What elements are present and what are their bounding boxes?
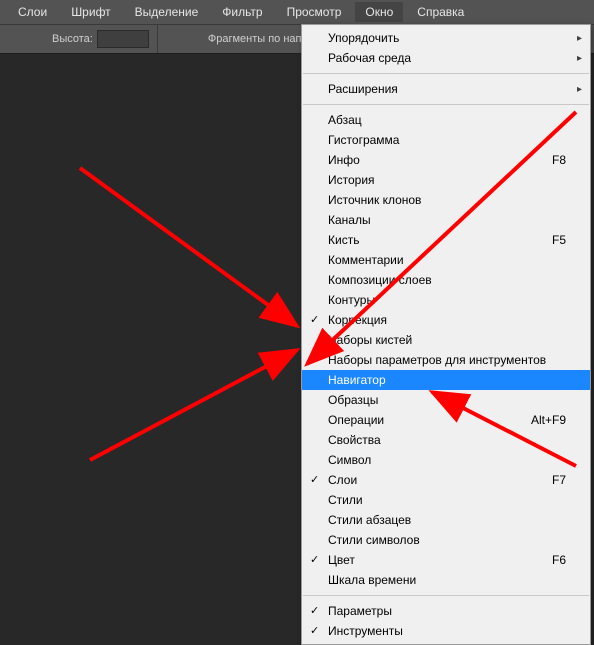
menu-shortcut: F8 (552, 153, 566, 167)
menu-item-символ[interactable]: Символ (302, 450, 590, 470)
chevron-right-icon: ▸ (577, 33, 582, 44)
menu-shortcut: F6 (552, 553, 566, 567)
menu-item-label: Символ (328, 453, 566, 467)
menu-item-label: Наборы параметров для инструментов (328, 353, 566, 367)
menu-item-инфо[interactable]: Инфо F8 (302, 150, 590, 170)
toolbar-separator (157, 25, 158, 53)
menu-item-свойства[interactable]: Свойства (302, 430, 590, 450)
menu-item-label: Образцы (328, 393, 566, 407)
menu-item-композиции-слоев[interactable]: Композиции слоев (302, 270, 590, 290)
window-dropdown: Упорядочить ▸ Рабочая среда ▸ Расширения ▸ Абз… (301, 24, 591, 645)
menu-item-label: Инфо (328, 153, 542, 167)
menu-item-стили-абзацев[interactable]: Стили абзацев (302, 510, 590, 530)
menu-item-label: Операции (328, 413, 521, 427)
menu-item-контуры[interactable]: Контуры (302, 290, 590, 310)
menu-type[interactable]: Шрифт (61, 2, 120, 22)
menu-layers[interactable]: Слои (8, 2, 57, 22)
menu-item-наборы-кистей[interactable]: Наборы кистей (302, 330, 590, 350)
menu-item-label: Коррекция (328, 313, 566, 327)
menu-item-label: Гистограмма (328, 133, 566, 147)
menu-filter[interactable]: Фильтр (212, 2, 272, 22)
menu-item-комментарии[interactable]: Комментарии (302, 250, 590, 270)
menu-item-слои[interactable]: ✓ Слои F7 (302, 470, 590, 490)
menu-select[interactable]: Выделение (125, 2, 209, 22)
menu-item-источник-клонов[interactable]: Источник клонов (302, 190, 590, 210)
menu-item-label: Комментарии (328, 253, 566, 267)
menu-item-рабочая-среда[interactable]: Рабочая среда ▸ (302, 48, 590, 68)
menu-item-label: Шкала времени (328, 573, 566, 587)
menu-item-label: Навигатор (328, 373, 566, 387)
menu-shortcut: F5 (552, 233, 566, 247)
menu-item-label: Композиции слоев (328, 273, 566, 287)
menu-item-кисть[interactable]: Кисть F5 (302, 230, 590, 250)
menu-item-шкала-времени[interactable]: Шкала времени (302, 570, 590, 590)
checkmark-icon: ✓ (310, 473, 319, 486)
menu-separator (303, 73, 589, 74)
menu-item-label: Каналы (328, 213, 566, 227)
menu-item-label: Наборы кистей (328, 333, 566, 347)
menu-item-label: Контуры (328, 293, 566, 307)
menu-window[interactable]: Окно (355, 2, 403, 22)
menu-item-стили[interactable]: Стили (302, 490, 590, 510)
menubar: Слои Шрифт Выделение Фильтр Просмотр Окн… (0, 0, 594, 24)
chevron-right-icon: ▸ (577, 84, 582, 95)
menu-shortcut: Alt+F9 (531, 413, 566, 427)
menu-item-инструменты[interactable]: ✓ Инструменты (302, 621, 590, 641)
menu-item-коррекция[interactable]: ✓ Коррекция (302, 310, 590, 330)
menu-item-label: Расширения (328, 82, 566, 96)
menu-item-label: Стили (328, 493, 566, 507)
height-label: Высота: (52, 33, 93, 45)
menu-item-каналы[interactable]: Каналы (302, 210, 590, 230)
checkmark-icon: ✓ (310, 553, 319, 566)
menu-separator (303, 595, 589, 596)
menu-item-label: Упорядочить (328, 31, 566, 45)
menu-item-гистограмма[interactable]: Гистограмма (302, 130, 590, 150)
height-input[interactable] (97, 30, 149, 48)
menu-item-label: Слои (328, 473, 542, 487)
menu-item-параметры[interactable]: ✓ Параметры (302, 601, 590, 621)
menu-item-label: Стили абзацев (328, 513, 566, 527)
menu-item-цвет[interactable]: ✓ Цвет F6 (302, 550, 590, 570)
menu-item-label: Кисть (328, 233, 542, 247)
menu-item-образцы[interactable]: Образцы (302, 390, 590, 410)
menu-item-абзац[interactable]: Абзац (302, 110, 590, 130)
menu-separator (303, 104, 589, 105)
menu-item-стили-символов[interactable]: Стили символов (302, 530, 590, 550)
checkmark-icon: ✓ (310, 313, 319, 326)
menu-item-label: Параметры (328, 604, 566, 618)
menu-help[interactable]: Справка (407, 2, 474, 22)
menu-view[interactable]: Просмотр (277, 2, 352, 22)
menu-item-label: Рабочая среда (328, 51, 566, 65)
menu-item-история[interactable]: История (302, 170, 590, 190)
menu-shortcut: F7 (552, 473, 566, 487)
menu-item-label: История (328, 173, 566, 187)
menu-item-label: Инструменты (328, 624, 566, 638)
chevron-right-icon: ▸ (577, 53, 582, 64)
menu-item-операции[interactable]: Операции Alt+F9 (302, 410, 590, 430)
checkmark-icon: ✓ (310, 604, 319, 617)
menu-item-label: Источник клонов (328, 193, 566, 207)
menu-item-label: Цвет (328, 553, 542, 567)
menu-item-навигатор[interactable]: Навигатор (302, 370, 590, 390)
menu-item-расширения[interactable]: Расширения ▸ (302, 79, 590, 99)
checkmark-icon: ✓ (310, 624, 319, 637)
menu-item-label: Свойства (328, 433, 566, 447)
menu-item-упорядочить[interactable]: Упорядочить ▸ (302, 28, 590, 48)
menu-item-наборы-параметров-для-инструментов[interactable]: Наборы параметров для инструментов (302, 350, 590, 370)
menu-item-label: Стили символов (328, 533, 566, 547)
menu-item-label: Абзац (328, 113, 566, 127)
